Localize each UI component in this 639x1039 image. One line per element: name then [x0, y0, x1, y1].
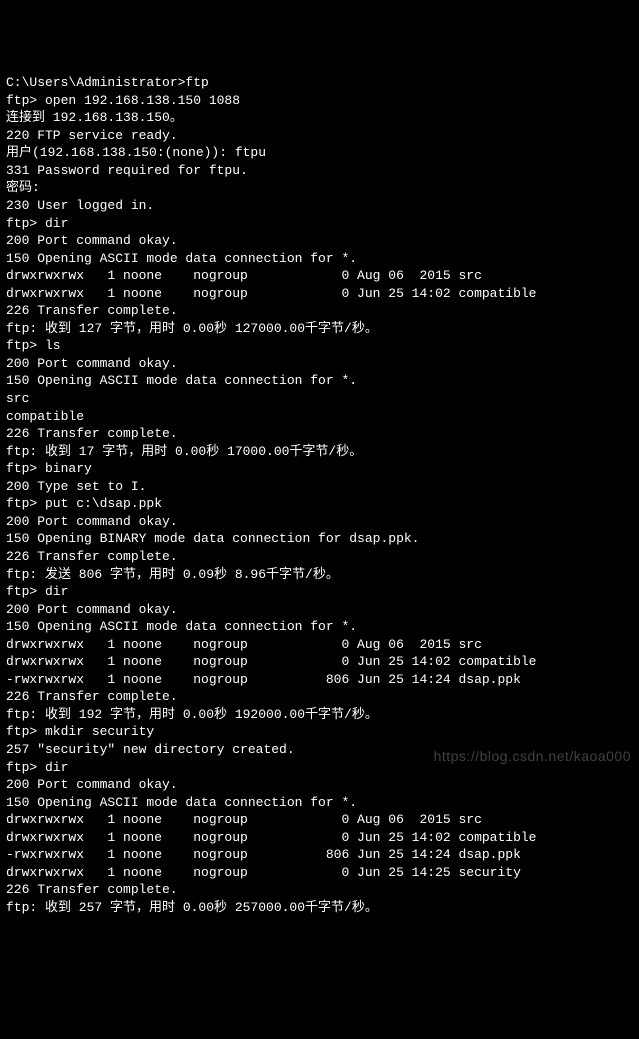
terminal-line: ftp> dir	[6, 583, 633, 601]
terminal-line: ftp: 发送 806 字节，用时 0.09秒 8.96千字节/秒。	[6, 566, 633, 584]
terminal-line: drwxrwxrwx 1 noone nogroup 0 Jun 25 14:2…	[6, 864, 633, 882]
terminal-line: 220 FTP service ready.	[6, 127, 633, 145]
terminal-line: 331 Password required for ftpu.	[6, 162, 633, 180]
terminal-line: drwxrwxrwx 1 noone nogroup 0 Jun 25 14:0…	[6, 829, 633, 847]
terminal-line: drwxrwxrwx 1 noone nogroup 0 Jun 25 14:0…	[6, 285, 633, 303]
terminal-line: ftp> binary	[6, 460, 633, 478]
terminal-line: 150 Opening ASCII mode data connection f…	[6, 250, 633, 268]
terminal-line: 257 "security" new directory created.	[6, 741, 633, 759]
terminal-line: 200 Type set to I.	[6, 478, 633, 496]
terminal-line: src	[6, 390, 633, 408]
terminal-line: 200 Port command okay.	[6, 601, 633, 619]
terminal-line: -rwxrwxrwx 1 noone nogroup 806 Jun 25 14…	[6, 671, 633, 689]
terminal-line: ftp> open 192.168.138.150 1088	[6, 92, 633, 110]
terminal-line: 密码:	[6, 179, 633, 197]
terminal-line: 150 Opening ASCII mode data connection f…	[6, 618, 633, 636]
terminal-line: 150 Opening ASCII mode data connection f…	[6, 794, 633, 812]
terminal-line: 150 Opening BINARY mode data connection …	[6, 530, 633, 548]
terminal-line: ftp: 收到 257 字节，用时 0.00秒 257000.00千字节/秒。	[6, 899, 633, 917]
terminal-line: 200 Port command okay.	[6, 355, 633, 373]
terminal-line: ftp> ls	[6, 337, 633, 355]
terminal-line: C:\Users\Administrator>ftp	[6, 74, 633, 92]
terminal-line: -rwxrwxrwx 1 noone nogroup 806 Jun 25 14…	[6, 846, 633, 864]
terminal-line: drwxrwxrwx 1 noone nogroup 0 Aug 06 2015…	[6, 636, 633, 654]
terminal-line: ftp: 收到 192 字节，用时 0.00秒 192000.00千字节/秒。	[6, 706, 633, 724]
terminal-line: drwxrwxrwx 1 noone nogroup 0 Jun 25 14:0…	[6, 653, 633, 671]
terminal-line: ftp> mkdir security	[6, 723, 633, 741]
terminal-line: 226 Transfer complete.	[6, 548, 633, 566]
terminal-output[interactable]: C:\Users\Administrator>ftpftp> open 192.…	[6, 74, 633, 916]
terminal-line: drwxrwxrwx 1 noone nogroup 0 Aug 06 2015…	[6, 267, 633, 285]
terminal-line: ftp> dir	[6, 759, 633, 777]
terminal-line: 连接到 192.168.138.150。	[6, 109, 633, 127]
terminal-line: 226 Transfer complete.	[6, 688, 633, 706]
terminal-line: 226 Transfer complete.	[6, 881, 633, 899]
terminal-line: 150 Opening ASCII mode data connection f…	[6, 372, 633, 390]
terminal-line: ftp: 收到 17 字节，用时 0.00秒 17000.00千字节/秒。	[6, 443, 633, 461]
terminal-line: drwxrwxrwx 1 noone nogroup 0 Aug 06 2015…	[6, 811, 633, 829]
terminal-line: 用户(192.168.138.150:(none)): ftpu	[6, 144, 633, 162]
terminal-line: compatible	[6, 408, 633, 426]
terminal-line: ftp> put c:\dsap.ppk	[6, 495, 633, 513]
terminal-line: 226 Transfer complete.	[6, 425, 633, 443]
terminal-line: ftp> dir	[6, 215, 633, 233]
terminal-line: ftp: 收到 127 字节，用时 0.00秒 127000.00千字节/秒。	[6, 320, 633, 338]
terminal-line: 230 User logged in.	[6, 197, 633, 215]
terminal-line: 200 Port command okay.	[6, 513, 633, 531]
terminal-line: 200 Port command okay.	[6, 232, 633, 250]
terminal-line: 200 Port command okay.	[6, 776, 633, 794]
terminal-line: 226 Transfer complete.	[6, 302, 633, 320]
